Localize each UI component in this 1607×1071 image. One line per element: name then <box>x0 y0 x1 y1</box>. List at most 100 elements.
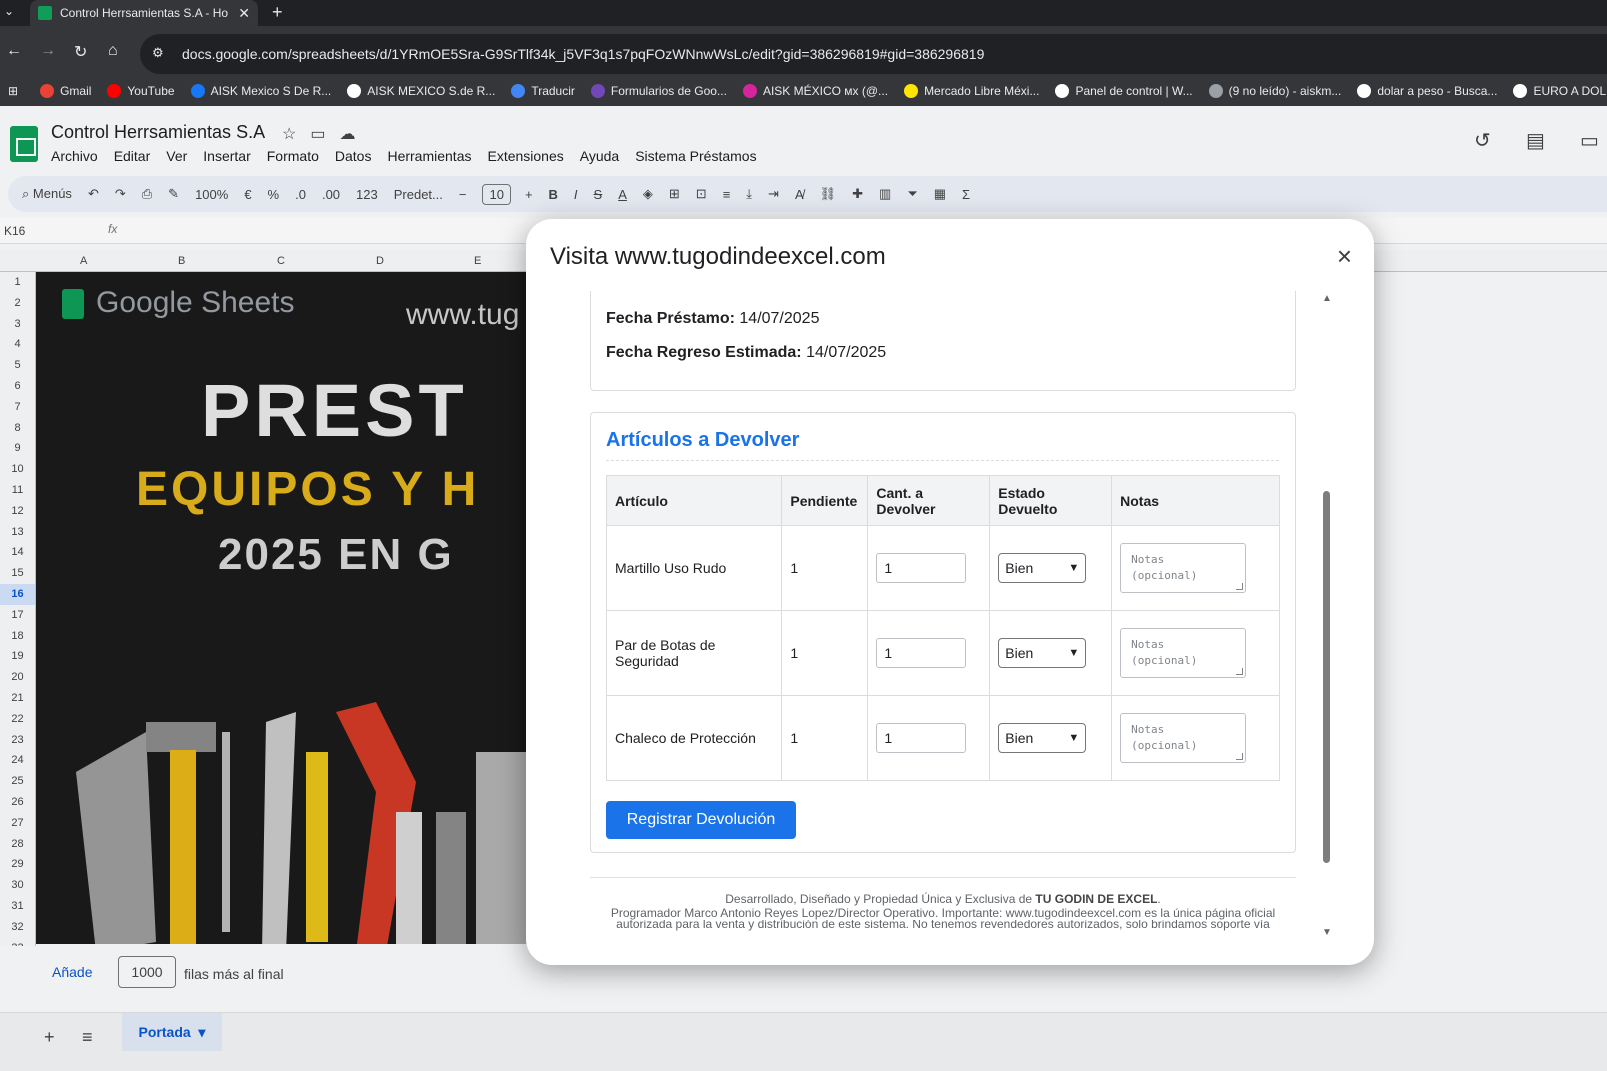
footer-divider <box>590 877 1296 878</box>
status-value: Bien <box>1005 645 1034 661</box>
scroll-down-icon[interactable]: ▼ <box>1322 927 1332 938</box>
status-value: Bien <box>1005 560 1034 576</box>
dialog-title: Visita www.tugodindeexcel.com <box>550 243 886 270</box>
footer-prefix: Desarrollado, Diseñado y Propiedad Única… <box>725 892 1036 906</box>
bookmark-favicon-icon <box>347 84 362 98</box>
notes-textarea[interactable]: Notas (opcional) <box>1120 628 1247 678</box>
bookmark-favicon-icon <box>190 84 205 98</box>
tab-search-icon[interactable]: ⌄ <box>4 4 14 18</box>
dialog-scrollbar[interactable]: ▲ ▼ <box>1320 291 1334 941</box>
bookmark-item[interactable]: EURO A DOL <box>1513 84 1606 98</box>
fecha-regreso-label: Fecha Regreso Estimada: <box>606 344 802 361</box>
table-header-row: Artículo Pendiente Cant. a Devolver Esta… <box>605 475 1280 526</box>
sheets-favicon-icon <box>38 6 52 20</box>
close-icon[interactable]: × <box>1337 241 1352 272</box>
return-qty-input[interactable]: 1 <box>876 553 967 583</box>
bookmark-item[interactable]: AISK Mexico S De R... <box>190 84 332 98</box>
bookmark-item[interactable]: AISK MEXICO S.de R... <box>347 84 495 98</box>
notes-textarea[interactable]: Notas (opcional) <box>1120 543 1247 593</box>
reload-icon[interactable]: ↻ <box>74 42 87 62</box>
bookmark-favicon-icon <box>1357 84 1372 98</box>
dialog-footer: Desarrollado, Diseñado y Propiedad Única… <box>590 892 1296 934</box>
fecha-prestamo-field: Fecha Préstamo: 14/07/2025 <box>606 310 819 328</box>
item-name: Martillo Uso Rudo <box>605 525 783 611</box>
item-name: Par de Botas de Seguridad <box>605 610 783 696</box>
bookmark-favicon-icon <box>40 84 55 98</box>
notes-textarea[interactable]: Notas (opcional) <box>1120 713 1247 763</box>
bookmark-item[interactable]: AISK MÉXICO мх (@... <box>742 84 888 98</box>
return-status-select[interactable]: Bien ▼ <box>998 553 1087 583</box>
scroll-up-icon[interactable]: ▲ <box>1322 293 1332 304</box>
bookmark-label: Gmail <box>60 84 92 98</box>
bookmark-label: Formularios de Goo... <box>610 84 727 98</box>
browser-tab-title: Control Herrsamientas S.A - Ho <box>60 6 229 20</box>
bookmark-label: AISK MEXICO S.de R... <box>367 84 496 98</box>
apps-icon[interactable]: ⊞ <box>8 84 18 98</box>
fecha-regreso-value: 14/07/2025 <box>806 344 887 361</box>
item-pending: 1 <box>781 525 869 611</box>
chevron-down-icon: ▼ <box>1068 647 1080 659</box>
return-qty-input[interactable]: 1 <box>876 638 967 668</box>
bookmark-label: EURO A DOL <box>1533 84 1607 98</box>
item-pending: 1 <box>781 610 869 696</box>
return-items-table: Artículo Pendiente Cant. a Devolver Esta… <box>605 475 1280 781</box>
status-cell: Bien ▼ <box>989 610 1113 696</box>
section-divider <box>606 460 1279 461</box>
bookmark-label: Mercado Libre Méxi... <box>924 84 1040 98</box>
fecha-prestamo-label: Fecha Préstamo: <box>606 310 735 327</box>
footer-line-1: Desarrollado, Diseñado y Propiedad Única… <box>590 892 1296 906</box>
bookmark-item[interactable]: Formularios de Goo... <box>590 84 727 98</box>
header-estado: Estado Devuelto <box>989 475 1113 526</box>
bookmark-favicon-icon <box>742 84 757 98</box>
bookmark-favicon-icon <box>1055 84 1070 98</box>
return-status-select[interactable]: Bien ▼ <box>998 638 1087 668</box>
table-row: Martillo Uso Rudo 1 1 Bien ▼ Notas (opcio… <box>605 525 1280 611</box>
section-title: Artículos a Devolver <box>606 429 800 451</box>
bookmark-label: dolar a peso - Busca... <box>1377 84 1498 98</box>
qty-cell: 1 <box>867 695 991 781</box>
new-tab-icon[interactable]: + <box>272 2 283 23</box>
back-icon[interactable]: ← <box>6 42 22 60</box>
header-cantidad: Cant. a Devolver <box>867 475 991 526</box>
bookmark-item[interactable]: Gmail <box>40 84 91 98</box>
notes-cell: Notas (opcional) <box>1111 695 1280 781</box>
return-dialog: Visita www.tugodindeexcel.com × Fecha Pr… <box>526 219 1374 965</box>
dialog-content[interactable]: Fecha Préstamo: 14/07/2025 Fecha Regreso… <box>550 291 1350 941</box>
table-row: Chaleco de Protección 1 1 Bien ▼ Notas (o… <box>605 695 1280 781</box>
return-items-card: Artículos a Devolver Artículo Pendiente … <box>590 412 1296 853</box>
bookmark-favicon-icon <box>904 84 919 98</box>
footer-brand: TU GODIN DE EXCEL <box>1035 892 1158 906</box>
url-input[interactable]: docs.google.com/spreadsheets/d/1YRmOE5Sr… <box>140 34 1607 74</box>
bookmark-item[interactable]: Traducir <box>511 84 575 98</box>
header-notas: Notas <box>1111 475 1280 526</box>
bookmark-label: AISK Mexico S De R... <box>210 84 332 98</box>
chevron-down-icon: ▼ <box>1068 732 1080 744</box>
bookmark-label: (9 no leído) - aiskm... <box>1228 84 1342 98</box>
bookmark-label: Traducir <box>531 84 575 98</box>
qty-cell: 1 <box>867 610 991 696</box>
bookmark-favicon-icon <box>590 84 605 98</box>
bookmark-item[interactable]: YouTube <box>107 84 175 98</box>
bookmark-item[interactable]: Mercado Libre Méxi... <box>904 84 1039 98</box>
home-icon[interactable]: ⌂ <box>108 42 118 60</box>
bookmark-label: YouTube <box>127 84 175 98</box>
forward-icon[interactable]: → <box>40 42 56 60</box>
fecha-prestamo-value: 14/07/2025 <box>739 310 820 327</box>
close-tab-icon[interactable]: ✕ <box>238 5 250 22</box>
loan-details-card: Fecha Préstamo: 14/07/2025 Fecha Regreso… <box>590 291 1296 391</box>
qty-cell: 1 <box>867 525 991 611</box>
site-info-icon[interactable]: ⚙ <box>152 45 164 61</box>
bookmark-item[interactable]: dolar a peso - Busca... <box>1357 84 1497 98</box>
bookmark-item[interactable]: (9 no leído) - aiskm... <box>1208 84 1342 98</box>
register-return-button[interactable]: Registrar Devolución <box>606 801 796 839</box>
return-qty-input[interactable]: 1 <box>876 723 967 753</box>
table-row: Par de Botas de Seguridad 1 1 Bien ▼ Nota… <box>605 610 1280 696</box>
bookmarks-bar: ⊞ Gmail YouTube AISK Mexico S De R... AISK … <box>0 76 1607 106</box>
bookmark-favicon-icon <box>1513 84 1528 98</box>
chevron-down-icon: ▼ <box>1068 562 1080 574</box>
notes-cell: Notas (opcional) <box>1111 610 1280 696</box>
scrollbar-thumb[interactable] <box>1323 491 1330 863</box>
return-status-select[interactable]: Bien ▼ <box>998 723 1087 753</box>
bookmark-item[interactable]: Panel de control | W... <box>1055 84 1193 98</box>
browser-tab[interactable]: Control Herrsamientas S.A - Ho ✕ <box>30 0 258 26</box>
